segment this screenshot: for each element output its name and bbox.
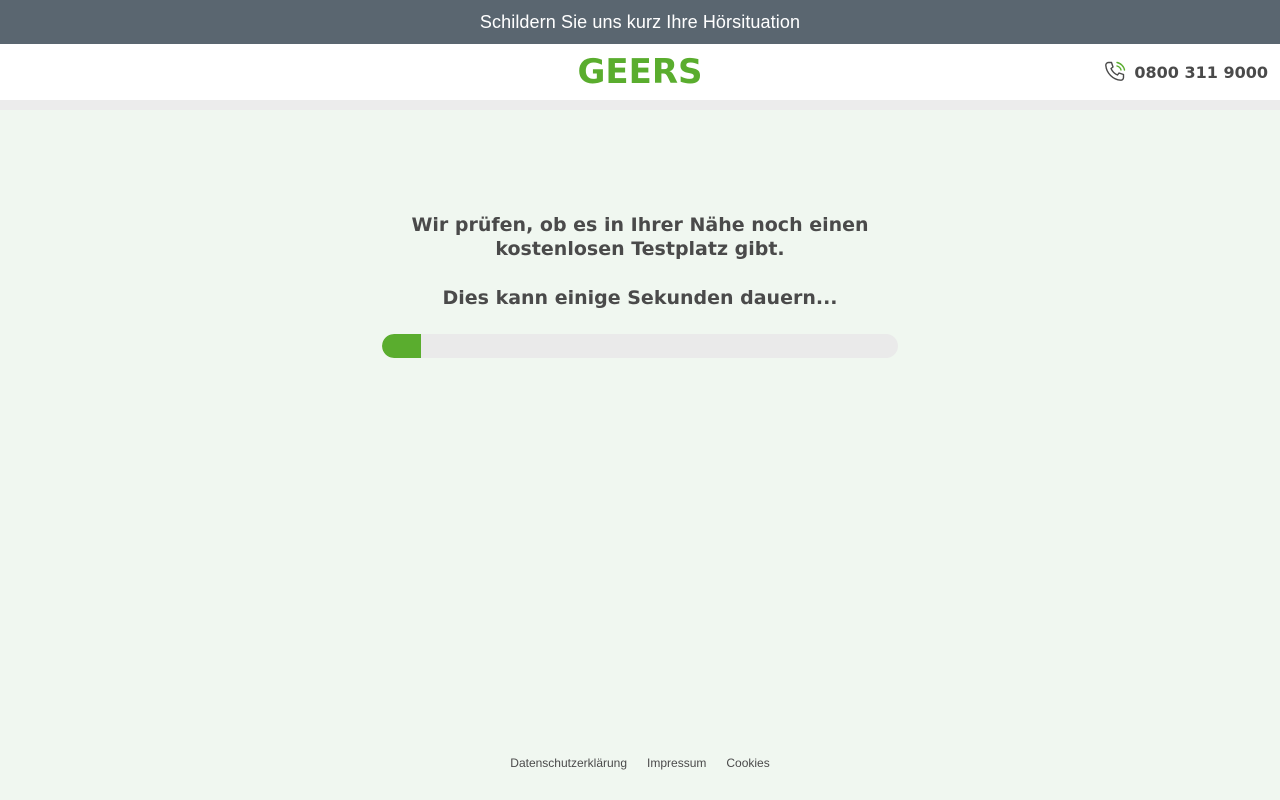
footer: Datenschutzerklärung Impressum Cookies [0,756,1280,776]
main-content: Wir prüfen, ob es in Ihrer Nähe noch ein… [0,110,1280,800]
phone-contact[interactable]: 0800 311 9000 [1102,44,1268,100]
phone-number[interactable]: 0800 311 9000 [1134,63,1268,82]
progress-bar-fill [382,334,421,358]
status-message: Wir prüfen, ob es in Ihrer Nähe noch ein… [411,214,869,260]
footer-link-imprint[interactable]: Impressum [647,756,706,776]
phone-icon [1102,59,1128,85]
footer-link-privacy[interactable]: Datenschutzerklärung [510,756,627,776]
progress-bar [382,334,898,358]
footer-link-cookies[interactable]: Cookies [726,756,769,776]
header-divider [0,100,1280,110]
wait-message: Dies kann einige Sekunden dauern... [442,287,838,309]
geers-logo[interactable]: GEERS [0,44,1280,100]
banner-title: Schildern Sie uns kurz Ihre Hörsituation [479,11,801,32]
top-banner: Schildern Sie uns kurz Ihre Hörsituation [0,0,1280,44]
site-header: GEERS 0800 311 9000 [0,44,1280,100]
